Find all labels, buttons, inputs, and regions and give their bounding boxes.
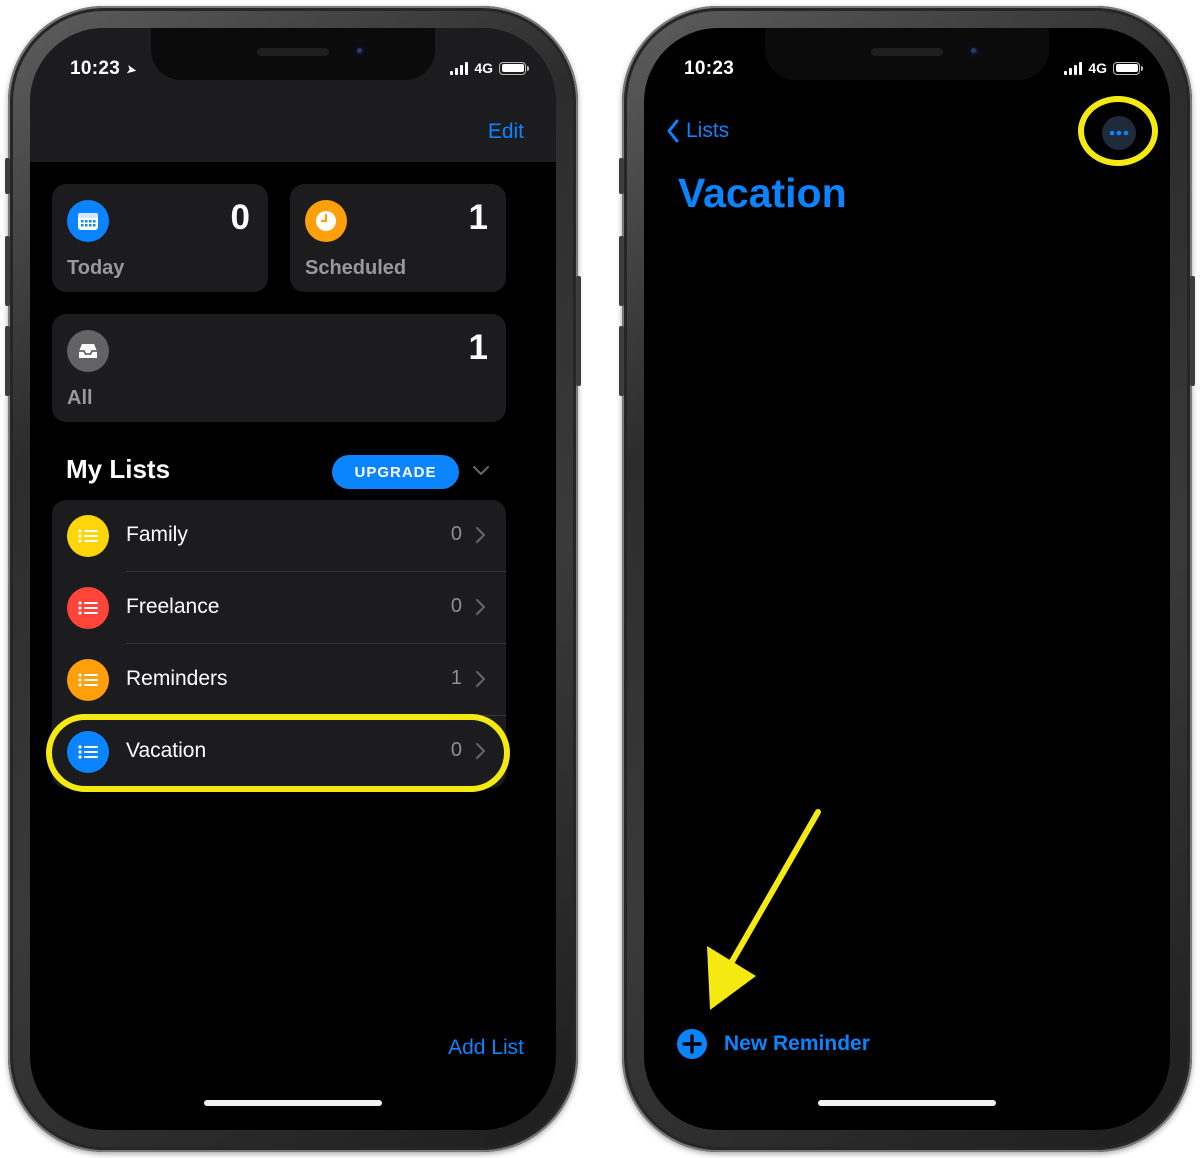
all-label: All xyxy=(67,387,93,409)
list-item-reminders[interactable]: Reminders 1 xyxy=(52,644,506,716)
status-bar: 10:23 ➤ 4G xyxy=(30,58,556,84)
vacation-highlight-annotation xyxy=(46,714,510,792)
today-tile[interactable]: 0 Today xyxy=(52,184,268,292)
side-button xyxy=(1190,276,1195,386)
list-count: 1 xyxy=(450,667,462,689)
calendar-icon xyxy=(67,200,109,242)
battery-icon xyxy=(1113,61,1143,75)
chevron-down-icon[interactable] xyxy=(470,460,492,482)
list-count: 0 xyxy=(450,595,462,617)
add-list-button[interactable]: Add List xyxy=(448,1036,524,1060)
list-name: Reminders xyxy=(126,667,228,690)
list-bullet-icon xyxy=(67,587,109,629)
cellular-signal-icon xyxy=(450,61,469,75)
status-time: 10:23 xyxy=(684,58,735,79)
status-indicators: 4G xyxy=(450,60,529,76)
clock-icon xyxy=(305,200,347,242)
all-count: 1 xyxy=(468,328,488,367)
scheduled-tile[interactable]: 1 Scheduled xyxy=(290,184,506,292)
list-name: Freelance xyxy=(126,595,220,618)
more-button-highlight-annotation xyxy=(1078,96,1158,166)
edit-button[interactable]: Edit xyxy=(488,120,524,144)
chevron-right-icon xyxy=(475,670,486,688)
speaker xyxy=(257,48,329,56)
chevron-left-icon xyxy=(667,119,679,143)
network-type: 4G xyxy=(1088,60,1107,76)
chevron-right-icon xyxy=(475,598,486,616)
front-camera xyxy=(353,44,367,58)
volume-up-button xyxy=(619,236,624,306)
list-item-family[interactable]: Family 0 xyxy=(52,500,506,572)
right-phone-frame: 10:23 4G Lists Vacation New Reminder xyxy=(619,6,1195,1152)
new-reminder-label: New Reminder xyxy=(724,1032,870,1055)
list-bullet-icon xyxy=(67,515,109,557)
cellular-signal-icon xyxy=(1064,61,1083,75)
back-label: Lists xyxy=(686,119,730,142)
upgrade-button[interactable]: UPGRADE xyxy=(332,455,459,489)
today-label: Today xyxy=(67,257,125,279)
list-bullet-icon xyxy=(67,659,109,701)
my-lists-heading: My Lists xyxy=(66,454,171,484)
all-tile[interactable]: 1 All xyxy=(52,314,506,422)
speaker xyxy=(871,48,943,56)
tray-icon xyxy=(67,330,109,372)
battery-icon xyxy=(499,61,529,75)
mute-switch xyxy=(5,158,10,194)
side-button xyxy=(576,276,581,386)
list-item-freelance[interactable]: Freelance 0 xyxy=(52,572,506,644)
scheduled-label: Scheduled xyxy=(305,257,407,279)
mute-switch xyxy=(619,158,624,194)
scheduled-count: 1 xyxy=(468,198,488,237)
list-title: Vacation xyxy=(678,170,847,216)
front-camera xyxy=(967,44,981,58)
status-time: 10:23 xyxy=(70,58,121,79)
volume-down-button xyxy=(5,326,10,396)
new-reminder-button[interactable]: New Reminder xyxy=(676,1028,870,1060)
list-count: 0 xyxy=(450,523,462,545)
right-screen: 10:23 4G Lists Vacation New Reminder xyxy=(644,28,1170,1130)
location-arrow-icon: ➤ xyxy=(124,61,139,78)
left-screen: 10:23 ➤ 4G Edit 0 Today 1 Scheduled 1 Al… xyxy=(30,28,556,1130)
left-phone-frame: 10:23 ➤ 4G Edit 0 Today 1 Scheduled 1 Al… xyxy=(5,6,581,1152)
volume-up-button xyxy=(5,236,10,306)
home-indicator[interactable] xyxy=(818,1100,996,1106)
status-bar: 10:23 4G xyxy=(644,58,1170,84)
back-button[interactable]: Lists xyxy=(666,118,729,144)
plus-circle-icon xyxy=(677,1029,707,1059)
today-count: 0 xyxy=(230,198,250,237)
home-indicator[interactable] xyxy=(204,1100,382,1106)
status-time-wrap: 10:23 ➤ xyxy=(70,58,139,80)
status-indicators: 4G xyxy=(1064,60,1143,76)
list-name: Family xyxy=(126,523,188,546)
network-type: 4G xyxy=(474,60,493,76)
volume-down-button xyxy=(619,326,624,396)
chevron-right-icon xyxy=(475,526,486,544)
